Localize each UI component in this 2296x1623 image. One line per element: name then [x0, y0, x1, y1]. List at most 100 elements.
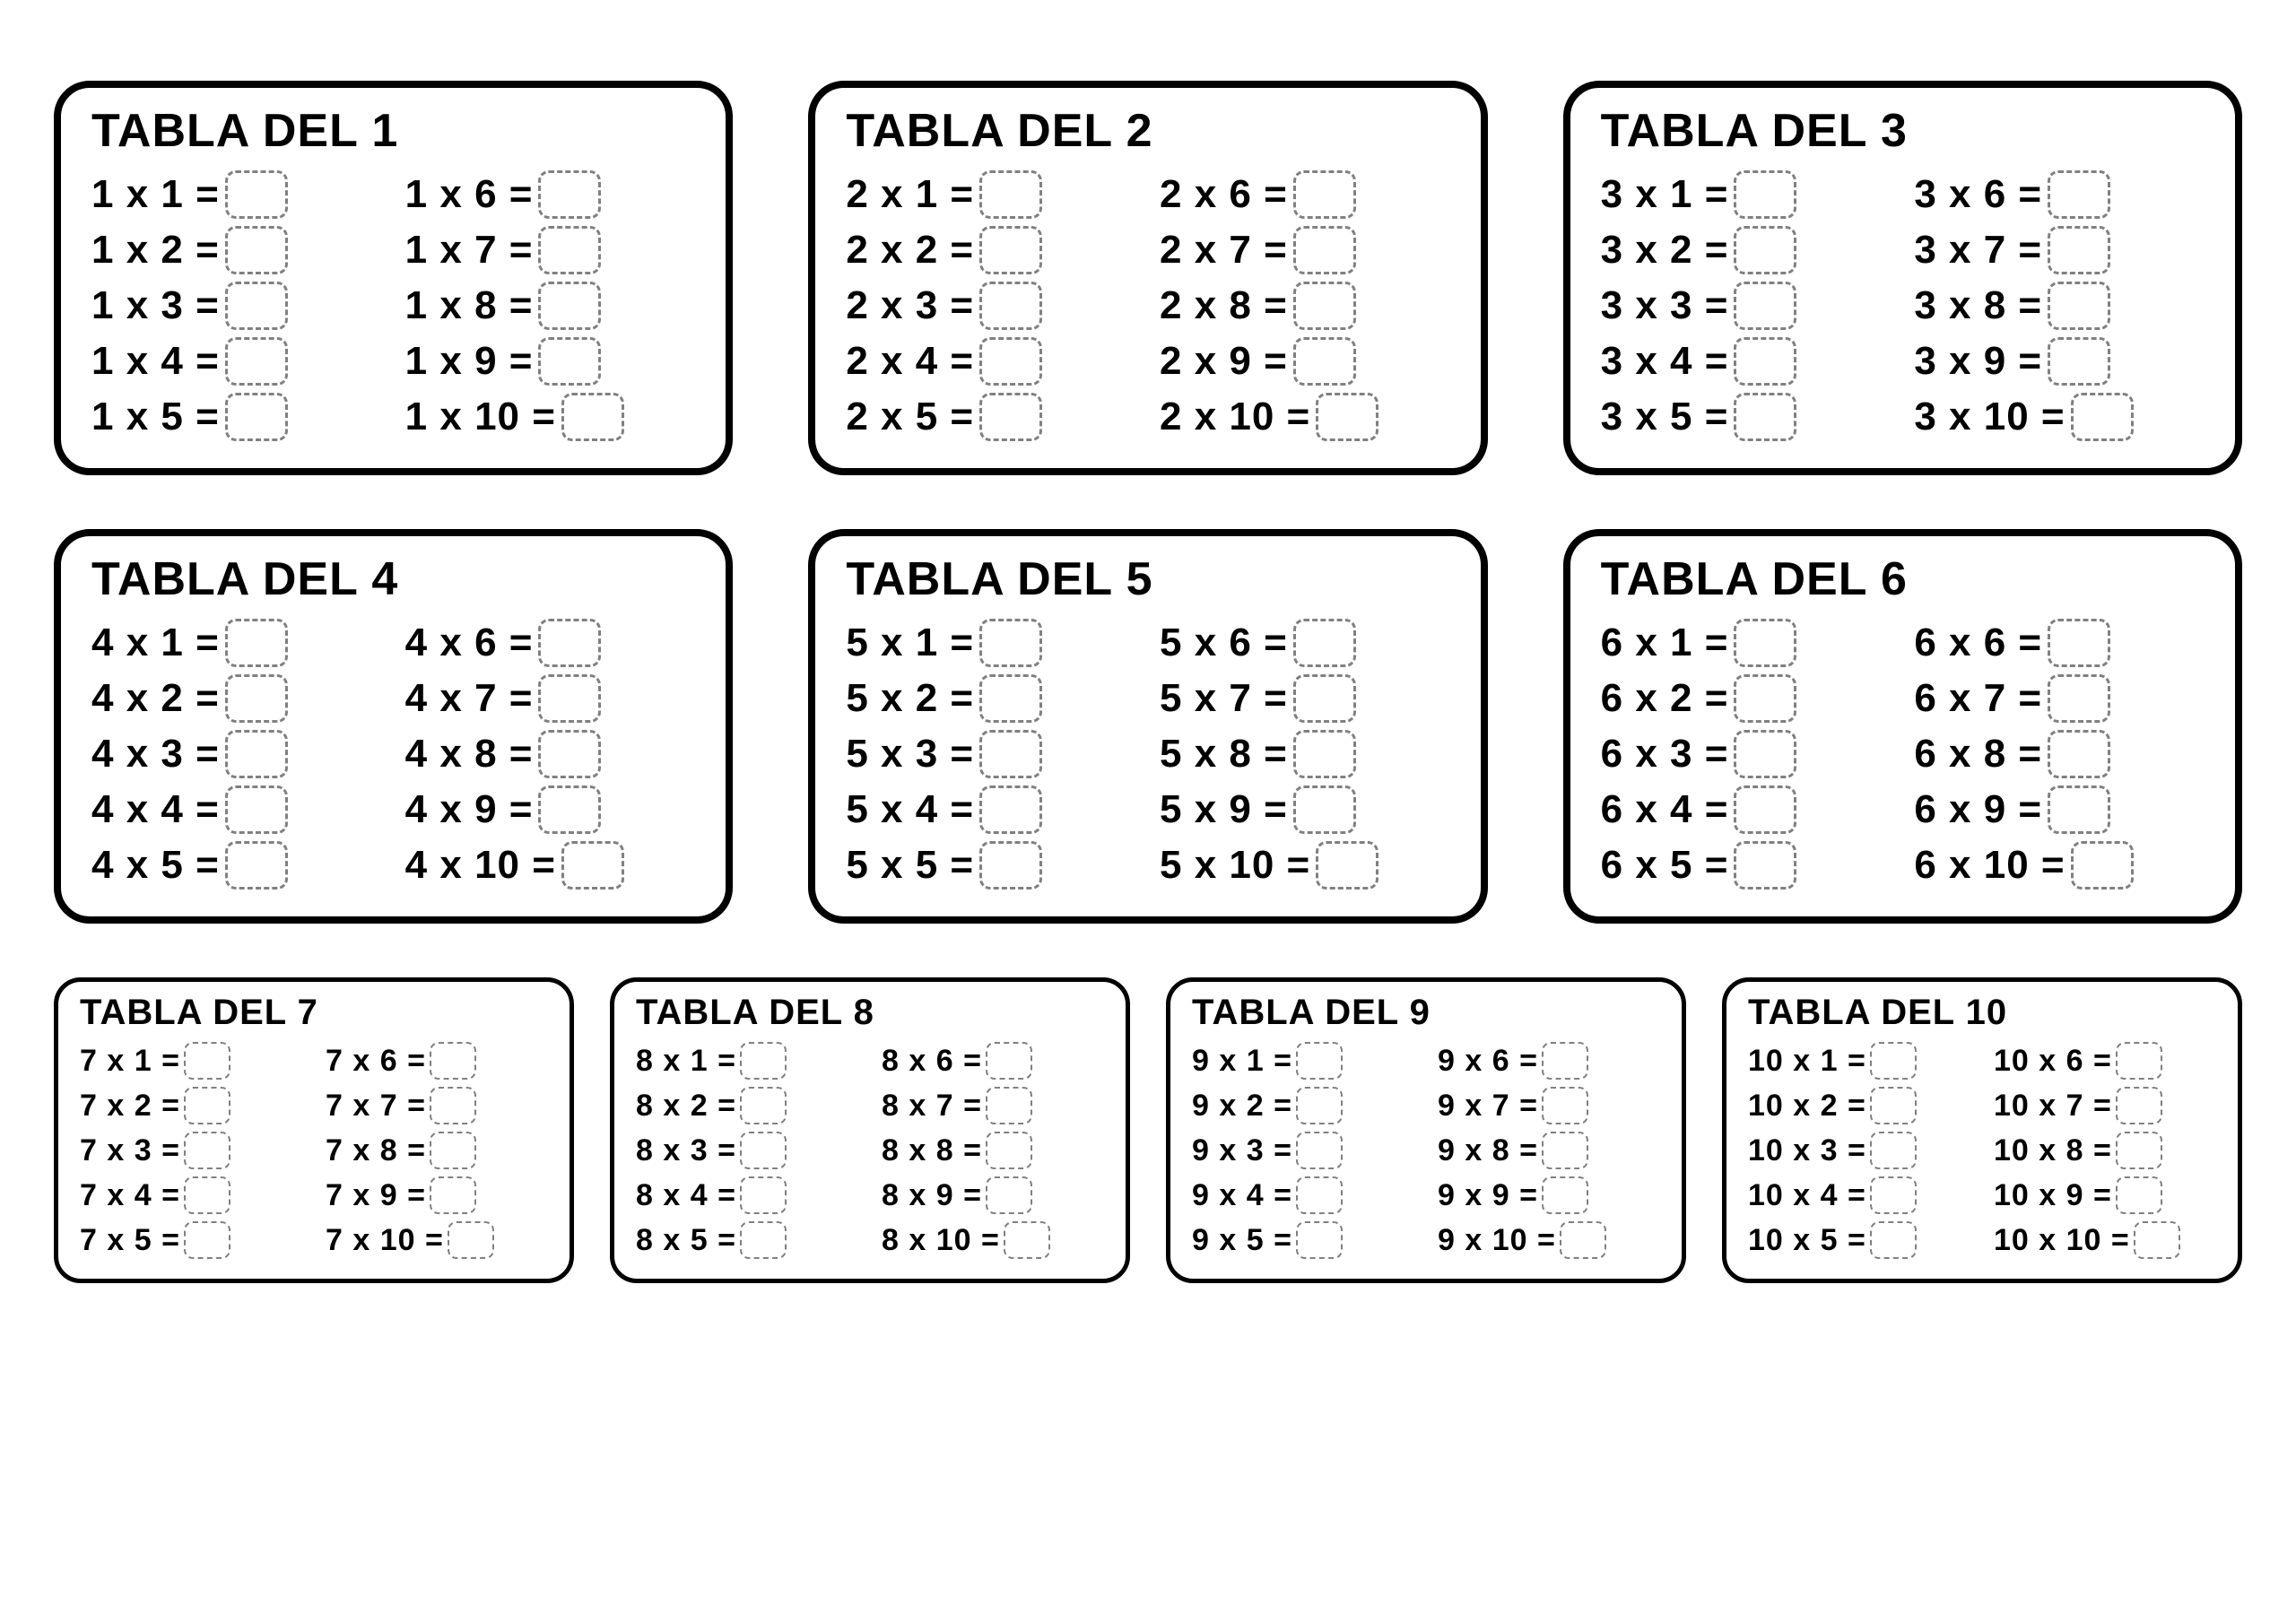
- answer-box[interactable]: [225, 730, 288, 778]
- answer-box[interactable]: [1870, 1132, 1917, 1169]
- answer-box[interactable]: [1734, 619, 1796, 667]
- answer-box[interactable]: [225, 282, 288, 330]
- answer-box[interactable]: [2048, 337, 2110, 386]
- answer-box[interactable]: [740, 1176, 787, 1214]
- answer-box[interactable]: [2116, 1176, 2162, 1214]
- answer-box[interactable]: [1296, 1132, 1343, 1169]
- answer-box[interactable]: [2048, 730, 2110, 778]
- answer-box[interactable]: [448, 1221, 494, 1259]
- answer-box[interactable]: [184, 1087, 230, 1124]
- answer-box[interactable]: [2048, 282, 2110, 330]
- answer-box[interactable]: [225, 674, 288, 723]
- answer-box[interactable]: [1293, 170, 1356, 219]
- answer-box[interactable]: [1734, 282, 1796, 330]
- answer-box[interactable]: [430, 1042, 476, 1080]
- answer-box[interactable]: [430, 1087, 476, 1124]
- answer-box[interactable]: [1296, 1221, 1343, 1259]
- answer-box[interactable]: [184, 1221, 230, 1259]
- answer-box[interactable]: [979, 282, 1042, 330]
- answer-box[interactable]: [1870, 1042, 1917, 1080]
- answer-box[interactable]: [1542, 1087, 1588, 1124]
- answer-box[interactable]: [2071, 393, 2134, 441]
- answer-box[interactable]: [1293, 785, 1356, 834]
- answer-box[interactable]: [979, 170, 1042, 219]
- answer-box[interactable]: [979, 841, 1042, 890]
- answer-box[interactable]: [1316, 393, 1378, 441]
- answer-box[interactable]: [225, 619, 288, 667]
- answer-box[interactable]: [225, 841, 288, 890]
- answer-box[interactable]: [1296, 1087, 1343, 1124]
- answer-box[interactable]: [1734, 226, 1796, 274]
- answer-box[interactable]: [225, 337, 288, 386]
- answer-box[interactable]: [430, 1176, 476, 1214]
- answer-box[interactable]: [1296, 1042, 1343, 1080]
- answer-box[interactable]: [1004, 1221, 1050, 1259]
- answer-box[interactable]: [1293, 226, 1356, 274]
- answer-box[interactable]: [538, 170, 601, 219]
- answer-box[interactable]: [986, 1176, 1032, 1214]
- answer-box[interactable]: [1734, 337, 1796, 386]
- answer-box[interactable]: [538, 226, 601, 274]
- answer-box[interactable]: [2134, 1221, 2180, 1259]
- answer-box[interactable]: [2048, 785, 2110, 834]
- answer-box[interactable]: [1734, 674, 1796, 723]
- answer-box[interactable]: [2048, 226, 2110, 274]
- answer-box[interactable]: [184, 1176, 230, 1214]
- answer-box[interactable]: [979, 730, 1042, 778]
- answer-box[interactable]: [1542, 1176, 1588, 1214]
- answer-box[interactable]: [225, 226, 288, 274]
- answer-box[interactable]: [1296, 1176, 1343, 1214]
- answer-box[interactable]: [1560, 1221, 1606, 1259]
- answer-box[interactable]: [1870, 1176, 1917, 1214]
- answer-box[interactable]: [430, 1132, 476, 1169]
- answer-box[interactable]: [979, 674, 1042, 723]
- answer-box[interactable]: [2048, 674, 2110, 723]
- answer-box[interactable]: [184, 1042, 230, 1080]
- answer-box[interactable]: [2071, 841, 2134, 890]
- answer-box[interactable]: [986, 1042, 1032, 1080]
- answer-box[interactable]: [1293, 730, 1356, 778]
- answer-box[interactable]: [979, 619, 1042, 667]
- answer-box[interactable]: [740, 1087, 787, 1124]
- answer-box[interactable]: [1293, 282, 1356, 330]
- answer-box[interactable]: [979, 226, 1042, 274]
- answer-box[interactable]: [561, 393, 624, 441]
- answer-box[interactable]: [1293, 674, 1356, 723]
- answer-box[interactable]: [561, 841, 624, 890]
- answer-box[interactable]: [2116, 1042, 2162, 1080]
- answer-box[interactable]: [538, 730, 601, 778]
- answer-box[interactable]: [979, 393, 1042, 441]
- answer-box[interactable]: [740, 1042, 787, 1080]
- answer-box[interactable]: [740, 1221, 787, 1259]
- answer-box[interactable]: [986, 1132, 1032, 1169]
- answer-box[interactable]: [225, 785, 288, 834]
- answer-box[interactable]: [225, 170, 288, 219]
- answer-box[interactable]: [1734, 170, 1796, 219]
- answer-box[interactable]: [2116, 1132, 2162, 1169]
- answer-box[interactable]: [1734, 393, 1796, 441]
- answer-box[interactable]: [538, 619, 601, 667]
- answer-box[interactable]: [225, 393, 288, 441]
- answer-box[interactable]: [538, 282, 601, 330]
- answer-box[interactable]: [740, 1132, 787, 1169]
- answer-box[interactable]: [1293, 337, 1356, 386]
- answer-box[interactable]: [2116, 1087, 2162, 1124]
- answer-box[interactable]: [986, 1087, 1032, 1124]
- answer-box[interactable]: [1734, 841, 1796, 890]
- answer-box[interactable]: [2048, 619, 2110, 667]
- answer-box[interactable]: [1542, 1132, 1588, 1169]
- answer-box[interactable]: [979, 785, 1042, 834]
- answer-box[interactable]: [1542, 1042, 1588, 1080]
- answer-box[interactable]: [538, 785, 601, 834]
- answer-box[interactable]: [538, 674, 601, 723]
- answer-box[interactable]: [1734, 785, 1796, 834]
- answer-box[interactable]: [2048, 170, 2110, 219]
- answer-box[interactable]: [1870, 1221, 1917, 1259]
- answer-box[interactable]: [1316, 841, 1378, 890]
- answer-box[interactable]: [184, 1132, 230, 1169]
- answer-box[interactable]: [979, 337, 1042, 386]
- answer-box[interactable]: [1293, 619, 1356, 667]
- answer-box[interactable]: [1870, 1087, 1917, 1124]
- answer-box[interactable]: [1734, 730, 1796, 778]
- answer-box[interactable]: [538, 337, 601, 386]
